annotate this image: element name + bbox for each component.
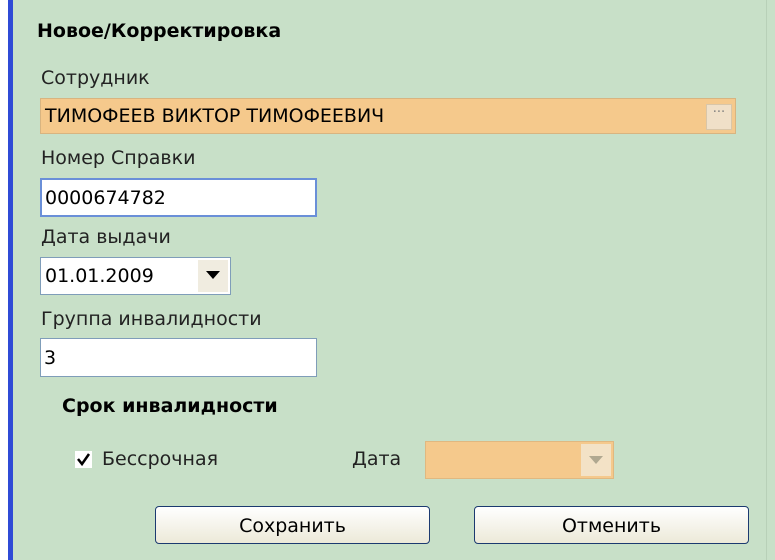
issue-date-value: 01.01.2009	[45, 265, 154, 287]
term-date-dropdown-button[interactable]	[581, 444, 611, 476]
issue-date-dropdown-button[interactable]	[198, 260, 228, 292]
employee-value: ТИМОФЕЕВ ВИКТОР ТИМОФЕЕВИЧ	[45, 105, 385, 127]
save-button[interactable]: Сохранить	[155, 506, 430, 544]
indefinite-checkbox[interactable]	[75, 451, 92, 468]
disability-term-title: Срок инвалидности	[62, 395, 278, 417]
indefinite-checkbox-label[interactable]: Бессрочная	[102, 448, 218, 470]
right-edge	[766, 0, 775, 560]
issue-date-select[interactable]: 01.01.2009	[40, 257, 231, 295]
term-date-label: Дата	[352, 448, 402, 470]
employee-lookup-button[interactable]: ···	[706, 104, 732, 130]
issue-date-label: Дата выдачи	[41, 226, 171, 248]
certificate-number-input[interactable]	[40, 178, 317, 217]
form-title: Новое/Корректировка	[37, 20, 282, 42]
edit-form-window: Новое/Корректировка Сотрудник ТИМОФЕЕВ В…	[0, 0, 775, 560]
chevron-down-icon	[206, 271, 220, 279]
employee-label: Сотрудник	[41, 67, 150, 89]
cancel-button[interactable]: Отменить	[474, 506, 749, 544]
left-accent-bar	[0, 0, 13, 560]
certificate-number-label: Номер Справки	[41, 147, 196, 169]
term-date-select[interactable]	[425, 441, 614, 479]
chevron-down-icon	[589, 456, 603, 464]
checkmark-icon	[77, 453, 91, 467]
disability-group-label: Группа инвалидности	[41, 308, 262, 330]
employee-field[interactable]: ТИМОФЕЕВ ВИКТОР ТИМОФЕЕВИЧ ···	[40, 98, 736, 134]
disability-group-input[interactable]	[40, 338, 317, 377]
